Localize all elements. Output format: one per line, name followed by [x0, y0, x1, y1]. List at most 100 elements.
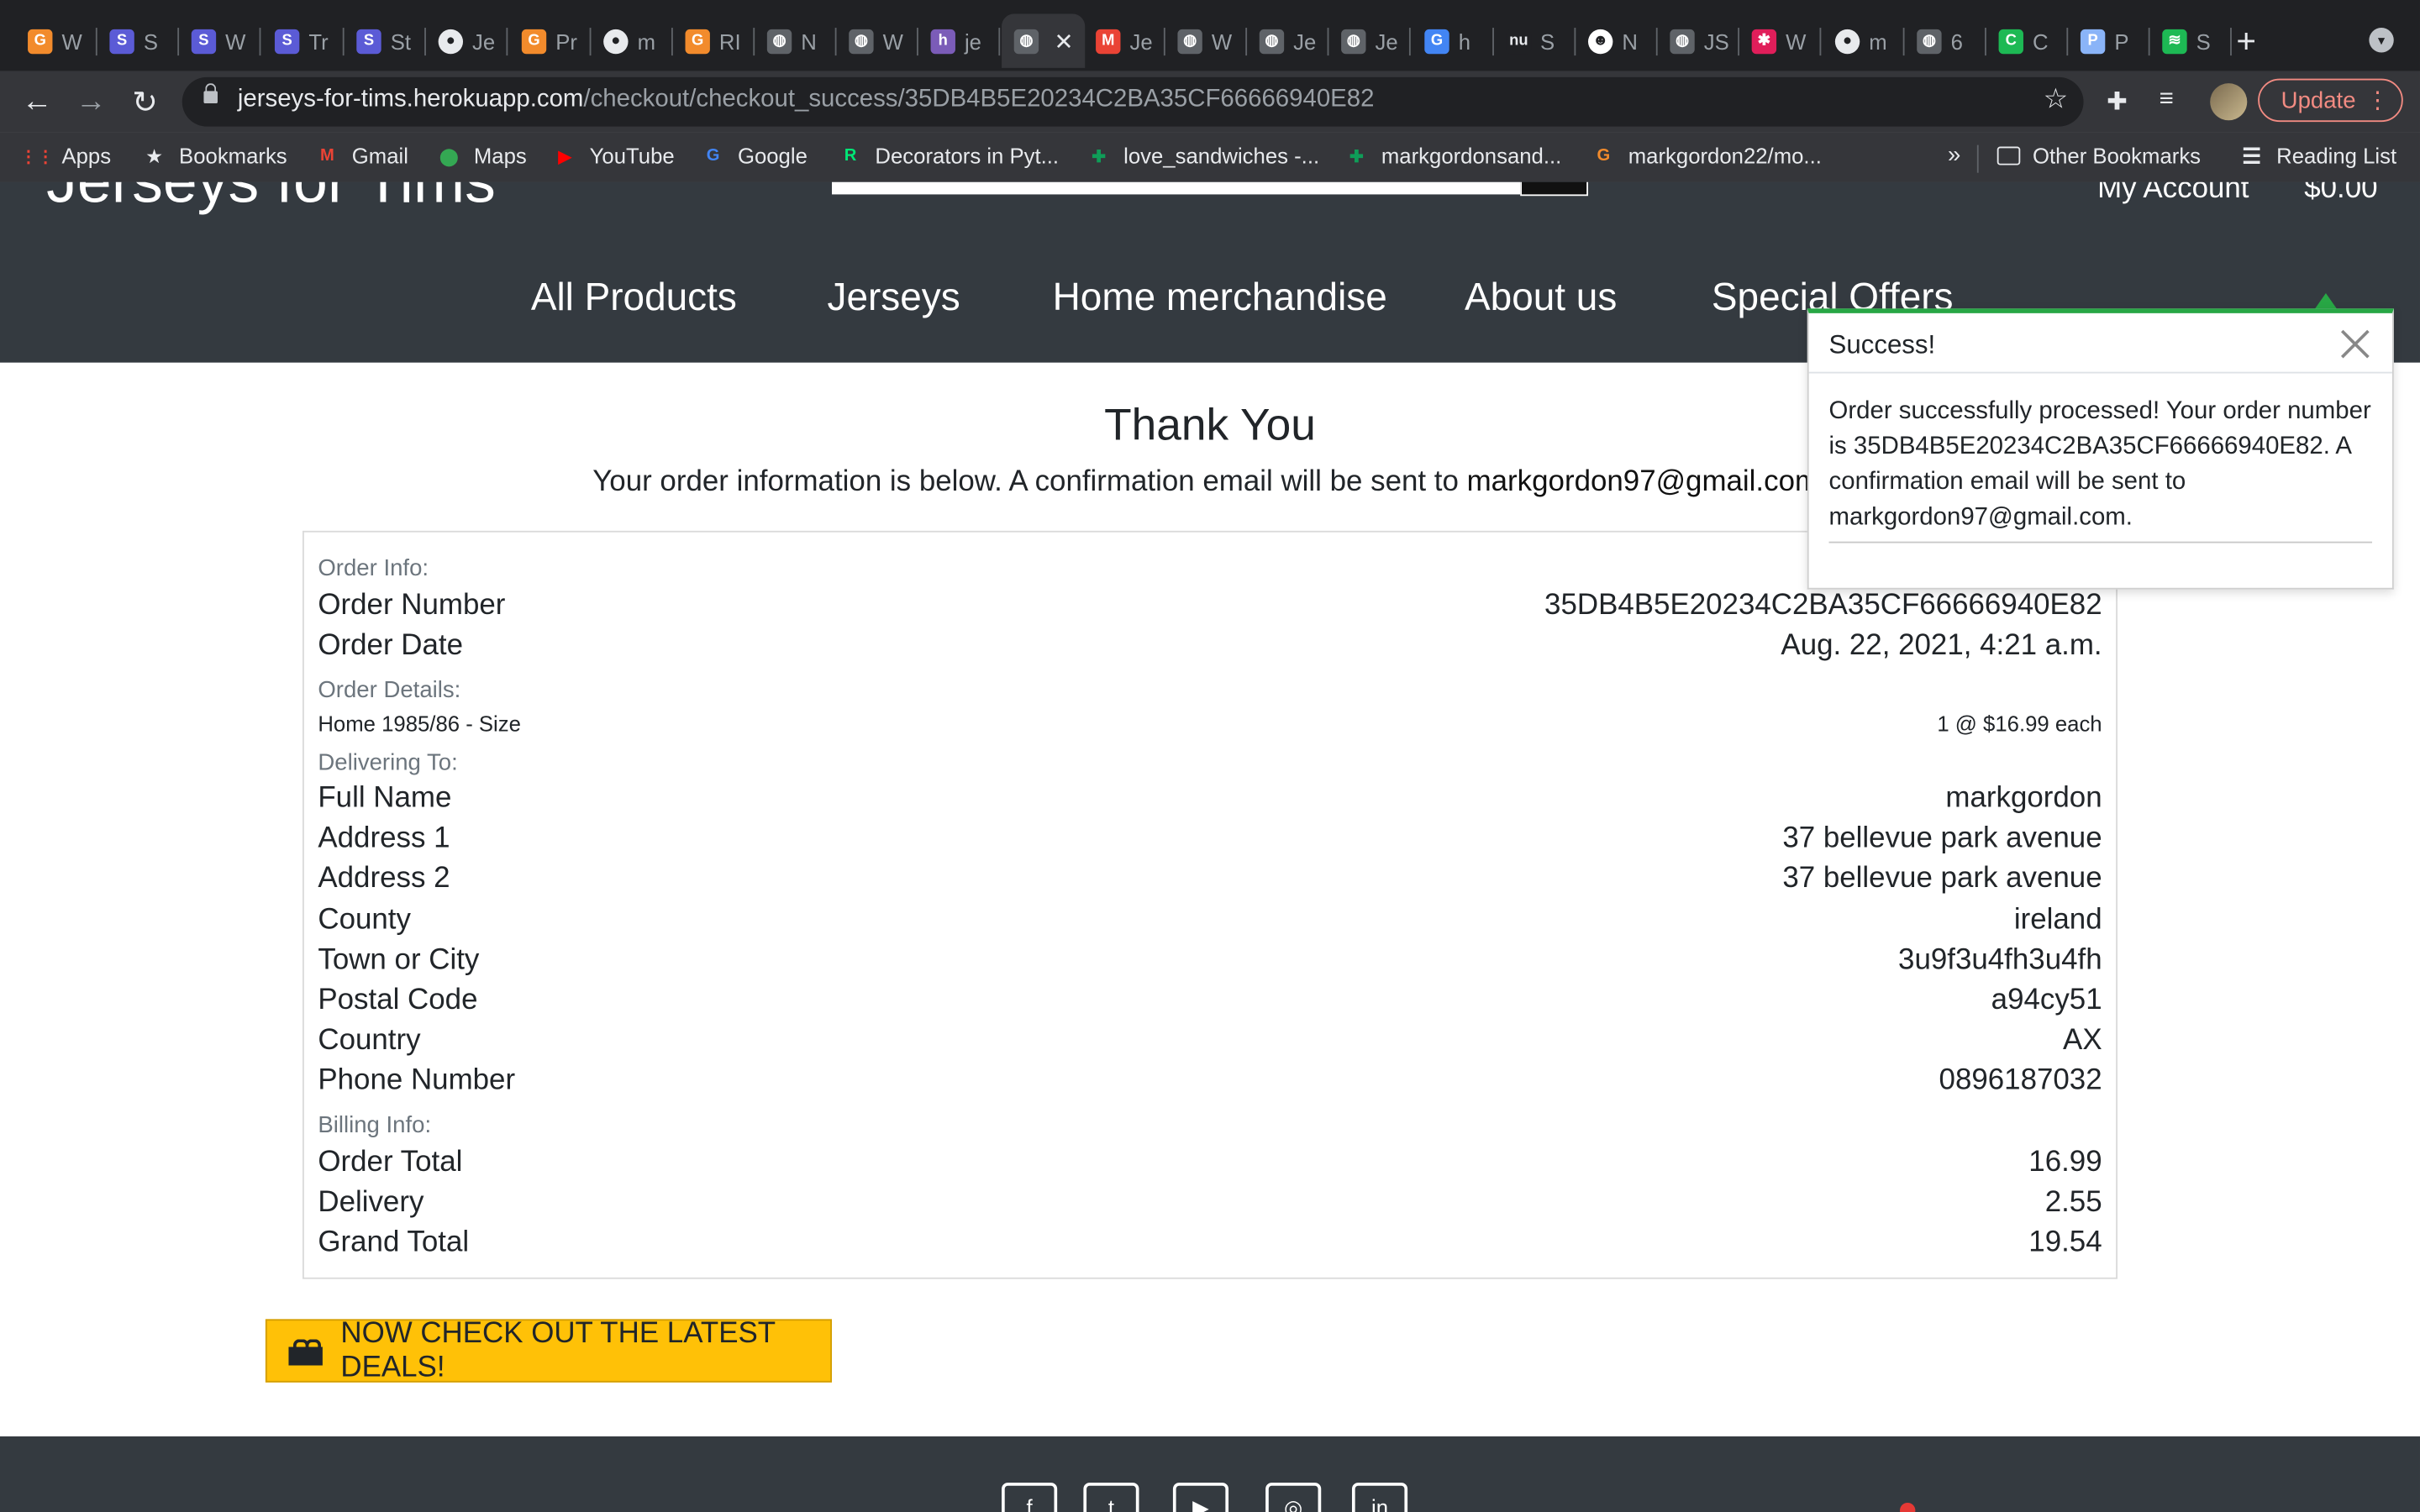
- tab-divider: [1819, 28, 1822, 56]
- fields-field-value: 3u9f3u4fh3u4fh: [1898, 943, 2102, 977]
- bookmark-item[interactable]: ✚ love_sandwiches -...: [1086, 144, 1319, 168]
- latest-deals-button[interactable]: NOW CHECK OUT THE LATEST DEALS!: [265, 1317, 832, 1383]
- bookmark-label: love_sandwiches -...: [1123, 143, 1320, 169]
- browser-tab-label: m: [637, 28, 656, 54]
- github-icon: ●: [603, 28, 629, 54]
- bookmark-item[interactable]: ✚ markgordonsand...: [1344, 144, 1561, 168]
- browser-tab-label: Tr: [308, 28, 329, 54]
- browser-tab[interactable]: nu S: [1494, 14, 1576, 68]
- delivering-to-heading: Delivering To:: [318, 749, 458, 776]
- update-button[interactable]: Update ⋮: [2258, 78, 2403, 123]
- browser-tab[interactable]: G Pr: [509, 14, 592, 68]
- browser-tab[interactable]: ● Je: [426, 14, 508, 68]
- slack-icon: ✱: [1751, 28, 1777, 54]
- tab-divider: [2230, 28, 2232, 56]
- my-account-link[interactable]: My Account: [2097, 182, 2249, 207]
- browser-tab[interactable]: SS: [97, 14, 180, 68]
- close-icon[interactable]: [2333, 323, 2376, 365]
- p-icon: P: [2080, 28, 2106, 54]
- address-bar[interactable]: jerseys-for-tims.herokuapp.com/checkout/…: [182, 76, 2084, 127]
- nav-all-products[interactable]: All Products: [531, 276, 737, 321]
- youtube-icon[interactable]: ▶: [1172, 1483, 1229, 1512]
- close-tab-icon[interactable]: ✕: [1054, 27, 1073, 55]
- nav-jerseys[interactable]: Jerseys: [827, 276, 960, 321]
- bookmark-item[interactable]: ★ Bookmarks: [142, 144, 287, 168]
- browser-tab[interactable]: ◍ Je: [1247, 14, 1329, 68]
- bookmark-label: YouTube: [589, 143, 675, 169]
- site-brand[interactable]: Jerseys for Tims: [46, 182, 496, 218]
- browser-tab[interactable]: ◍ W: [1165, 14, 1248, 68]
- browser-tab-label: RI: [718, 28, 741, 54]
- facebook-icon[interactable]: f: [1002, 1483, 1058, 1512]
- browser-tab[interactable]: Gh: [1413, 14, 1494, 68]
- fields-field-value: AX: [2063, 1024, 2102, 1058]
- browser-tab-label: Je: [1375, 28, 1398, 54]
- browser-tab[interactable]: M Je: [1083, 14, 1165, 68]
- browser-tab-label: W: [61, 28, 82, 54]
- site-search-button[interactable]: [1520, 181, 1588, 197]
- fields-field-label: County: [318, 903, 411, 937]
- profile-avatar[interactable]: [2210, 83, 2248, 121]
- bookmarks-overflow-button[interactable]: »: [1948, 142, 1960, 168]
- browser-tab[interactable]: h je: [918, 14, 1001, 68]
- browser-tab[interactable]: GW: [15, 14, 97, 68]
- site-search-input[interactable]: [831, 181, 1521, 195]
- browser-tab[interactable]: G RI: [673, 14, 755, 68]
- linkedin-icon[interactable]: in: [1351, 1483, 1408, 1512]
- bookmark-item[interactable]: ⬤ Maps: [437, 144, 527, 168]
- extensions-icon[interactable]: ✚: [2107, 87, 2128, 118]
- back-icon[interactable]: ←: [18, 83, 55, 120]
- bookmark-label: Google: [737, 143, 808, 169]
- browser-tab[interactable]: ◍ JS: [1658, 14, 1739, 68]
- other-bookmarks[interactable]: Other Bookmarks: [1996, 144, 2201, 168]
- bookmark-item[interactable]: ▶ YouTube: [553, 143, 675, 169]
- update-label: Update: [2281, 87, 2356, 113]
- bookmark-item[interactable]: Gmarkgordon22/mo...: [1591, 144, 1821, 168]
- reading-list[interactable]: ☰ Reading List: [2239, 143, 2396, 168]
- reload-icon[interactable]: ↻: [127, 83, 164, 120]
- bookmark-item[interactable]: G Google: [701, 144, 808, 168]
- bookmark-item[interactable]: R Decorators in Pyt...: [838, 144, 1059, 168]
- bookmark-label: Bookmarks: [179, 143, 287, 169]
- fields-field-value: 37 bellevue park avenue: [1782, 863, 2102, 896]
- toast-bottom-divider: [1828, 541, 2373, 543]
- browser-tab-label: 6: [1950, 28, 1963, 54]
- gift-icon: [288, 1337, 323, 1365]
- browser-tab[interactable]: S Tr: [262, 14, 345, 68]
- bookmark-item[interactable]: M Gmail: [315, 144, 408, 168]
- order-item-name: Home 1985/86 - Size: [318, 711, 521, 737]
- bookmarks-divider: [1976, 144, 1979, 173]
- github-icon: ●: [438, 28, 464, 54]
- browser-tab[interactable]: ◍ W: [837, 14, 918, 68]
- tab-search-button[interactable]: ▾: [2369, 28, 2394, 53]
- browser-tab[interactable]: PP: [2068, 14, 2150, 68]
- bookmark-star-icon[interactable]: ☆: [2044, 83, 2069, 116]
- nav-home-merchandise[interactable]: Home merchandise: [1053, 276, 1387, 321]
- browser-tab[interactable]: CC: [1986, 14, 2069, 68]
- browser-tab[interactable]: ◍ 6: [1905, 14, 1986, 68]
- browser-tab[interactable]: ≋ S: [2150, 14, 2232, 68]
- bookmark-item[interactable]: ⋮⋮ Apps: [20, 144, 111, 168]
- browser-tab[interactable]: ● m: [591, 14, 673, 68]
- browser-tab[interactable]: ✱ W: [1739, 14, 1822, 68]
- nav-about-us[interactable]: About us: [1465, 276, 1617, 321]
- browser-tab-label: C: [2032, 28, 2049, 54]
- media-control-icon[interactable]: ≡: [2160, 87, 2174, 114]
- browser-tab[interactable]: ● m: [1823, 14, 1905, 68]
- google-icon: G: [1424, 28, 1449, 54]
- twitter-icon[interactable]: t: [1083, 1483, 1139, 1512]
- instagram-icon[interactable]: ◎: [1265, 1483, 1322, 1512]
- fields-field-value: ireland: [2013, 903, 2102, 937]
- browser-tab[interactable]: ◍ N: [755, 14, 837, 68]
- cart-total-link[interactable]: $0.00: [2304, 182, 2377, 207]
- browser-tab[interactable]: ☻ N: [1576, 14, 1658, 68]
- browser-toolbar: ← → ↻ jerseys-for-tims.herokuapp.com/che…: [0, 71, 2420, 133]
- more-menu-icon[interactable]: ⋮: [2366, 87, 2390, 114]
- globe-icon: ◍: [766, 28, 792, 54]
- browser-tab[interactable]: S St: [345, 14, 426, 68]
- browser-tab[interactable]: SW: [179, 14, 261, 68]
- browser-tab[interactable]: ◍ ✕: [1002, 13, 1086, 68]
- browser-tab[interactable]: ◍ Je: [1328, 14, 1411, 68]
- forward-icon[interactable]: →: [72, 83, 109, 120]
- new-tab-button[interactable]: +: [2236, 22, 2256, 62]
